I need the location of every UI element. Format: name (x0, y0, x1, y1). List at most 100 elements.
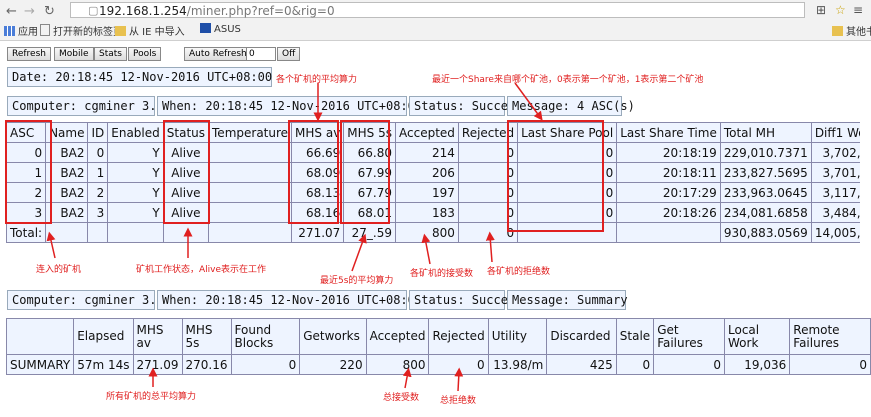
auto-refresh-input[interactable]: 0 (246, 47, 276, 61)
refresh-button[interactable]: Refresh (7, 47, 51, 61)
devices-table-row-cell: 0 (457, 162, 519, 183)
folder-icon (832, 26, 843, 36)
devices-header-row-cell: Accepted (395, 122, 459, 143)
devices-header-row-cell: Last Share Time (616, 122, 721, 143)
devices-header-row-cell: MHS av (291, 122, 345, 143)
devices-table-row: 1 BA2 1 Y Alive 68.09 67.99 206 0 0 20:18:11 233,82… (5, 162, 871, 183)
status-info-2: Status: Success (409, 290, 522, 310)
summary-table: Elapsed MHS av MHS 5s Found Blocks Getworks A… (5, 318, 871, 375)
devices-total-row-cell (45, 222, 89, 243)
summary-header-row-cell: Get Failures (653, 318, 726, 355)
forward-icon[interactable]: → (24, 4, 35, 19)
devices-table-row-cell: 0 (457, 142, 519, 163)
pools-button[interactable]: Pools (128, 47, 162, 61)
star-icon[interactable]: ☆ (835, 3, 846, 17)
reload-icon[interactable]: ↻ (44, 4, 55, 19)
devices-table-row-cell: 0 (517, 202, 618, 223)
devices-table-row-cell: BA2 (45, 162, 89, 183)
summary-header-row-cell: Local Work (724, 318, 791, 355)
devices-table-row-cell: 66.69 (291, 142, 345, 163)
summary-header-row-cell: Accepted (365, 318, 430, 355)
devices-table-row-cell: Alive (162, 182, 210, 203)
summary-table-row-cell: 0 (789, 354, 871, 375)
devices-table-row-cell (208, 142, 293, 163)
folder-icon (115, 26, 126, 36)
devices-table-row-cell: 229,010.7371 (719, 142, 812, 163)
summary-table-row-cell: 0 (615, 354, 655, 375)
summary-header-row-cell: Remote Failures (789, 318, 871, 355)
devices-header-row-cell: ID (87, 122, 109, 143)
devices-table-row-cell: 68.01 (343, 202, 396, 223)
annotation-asc: 连入的矿机 (36, 265, 82, 275)
auto-refresh-button[interactable]: Auto Refresh: (184, 47, 255, 61)
annotation-rejected: 各矿机的拒绝数 (487, 267, 551, 277)
summary-header-row-cell: Rejected (428, 318, 489, 355)
summary-table-row-cell: 57m 14s (73, 354, 134, 375)
devices-table-row-cell: Y (107, 182, 164, 203)
browser-chrome: ← → ↻ ▢ 192.168.1.254/miner.php?ref=0&ri… (0, 0, 871, 41)
back-icon[interactable]: ← (6, 4, 17, 19)
summary-header-row: Elapsed MHS av MHS 5s Found Blocks Getworks A… (5, 318, 871, 355)
mobile-button[interactable]: Mobile (54, 47, 94, 61)
devices-table-row-cell: 20:18:19 (616, 142, 721, 163)
menu-icon[interactable]: ≡ (853, 3, 863, 17)
url-path: /miner.php?ref=0&rig=0 (186, 4, 335, 18)
devices-table-row-cell: 2 (5, 182, 47, 203)
devices-table-row: 0 BA2 0 Y Alive 66.69 66.80 214 0 0 20:18:19 229,01… (5, 142, 871, 163)
devices-table-row-cell: 20:18:26 (616, 202, 721, 223)
devices-table-row: 2 BA2 2 Y Alive 68.13 67.79 197 0 0 20:17:29 233,96… (5, 182, 871, 203)
summary-table-row-cell: 425 (546, 354, 617, 375)
off-button[interactable]: Off (277, 47, 301, 61)
devices-table-row-cell: Alive (162, 202, 210, 223)
devices-header-row-cell: MHS 5s (343, 122, 396, 143)
devices-table-row-cell: Alive (162, 142, 210, 163)
bookmark-other[interactable]: 其他书签 (832, 23, 871, 38)
devices-table-row-cell: 68.13 (291, 182, 345, 203)
summary-header-row-cell (5, 318, 75, 355)
annotation-accepted: 各矿机的接受数 (410, 269, 474, 279)
annotation-status: 矿机工作状态，Alive表示在工作 (136, 265, 267, 275)
devices-header-row-cell: Enabled (107, 122, 164, 143)
translate-icon[interactable]: ⊞ (816, 3, 826, 17)
bookmark-asus[interactable]: ASUS (200, 23, 241, 35)
devices-header-row-cell: Rejected (457, 122, 519, 143)
bookmark-ie-import[interactable]: 从 IE 中导入 (115, 23, 185, 38)
summary-table-row-cell: 220 (299, 354, 367, 375)
devices-table-row-cell: 183 (395, 202, 459, 223)
devices-header-row-cell: ASC (5, 122, 47, 143)
devices-total-row-cell: 930,883.0569 (719, 222, 812, 243)
message-info: Message: 4 ASC(s) (507, 96, 635, 116)
devices-total-row-cell: Total: (5, 222, 47, 243)
devices-total-row-cell (208, 222, 293, 243)
devices-total-row-cell (517, 222, 618, 243)
devices-table-row-cell: 0 (5, 142, 47, 163)
devices-table-row-cell: 206 (395, 162, 459, 183)
annotation-total-rejected: 总拒绝数 (440, 396, 477, 406)
devices-table-row-cell: 66.80 (343, 142, 396, 163)
bookmark-newtab[interactable]: 打开新的标签页 (40, 23, 123, 38)
summary-table-row-cell: 271.09 (132, 354, 183, 375)
summary-table-row-cell: 270.16 (181, 354, 232, 375)
devices-header-row-cell: Last Share Pool (517, 122, 618, 143)
summary-table-row-cell: 13.98/m (487, 354, 548, 375)
devices-table-row-cell: 20:17:29 (616, 182, 721, 203)
asus-icon (200, 23, 211, 33)
date-line: Date: 20:18:45 12-Nov-2016 UTC+08:00 (7, 67, 272, 87)
page-icon (40, 24, 50, 36)
devices-total-row-cell (87, 222, 109, 243)
address-bar[interactable]: ▢ 192.168.1.254/miner.php?ref=0&rig=0 (70, 2, 805, 18)
annotation-last-share-pool: 最近一个Share来自哪个矿池，0表示第一个矿池，1表示第二个矿池 (432, 75, 704, 85)
summary-header-row-cell: MHS av (132, 318, 183, 355)
devices-table-row-cell: BA2 (45, 202, 89, 223)
when-info: When: 20:18:45 12-Nov-2016 UTC+08:00 (157, 96, 422, 116)
devices-table-row-cell (208, 202, 293, 223)
devices-table-row-cell: Y (107, 202, 164, 223)
bookmark-apps[interactable]: 应用 (4, 23, 38, 38)
summary-table-row-cell: SUMMARY (5, 354, 75, 375)
annotation-mhs-5s: 最近5s的平均算力 (320, 276, 394, 286)
devices-table-row-cell: 67.99 (343, 162, 396, 183)
summary-table-row-cell: 0 (428, 354, 489, 375)
devices-total-row-cell: 27_.59 (343, 222, 396, 243)
stats-button[interactable]: Stats (94, 47, 127, 61)
devices-table-row-cell: 68.09 (291, 162, 345, 183)
